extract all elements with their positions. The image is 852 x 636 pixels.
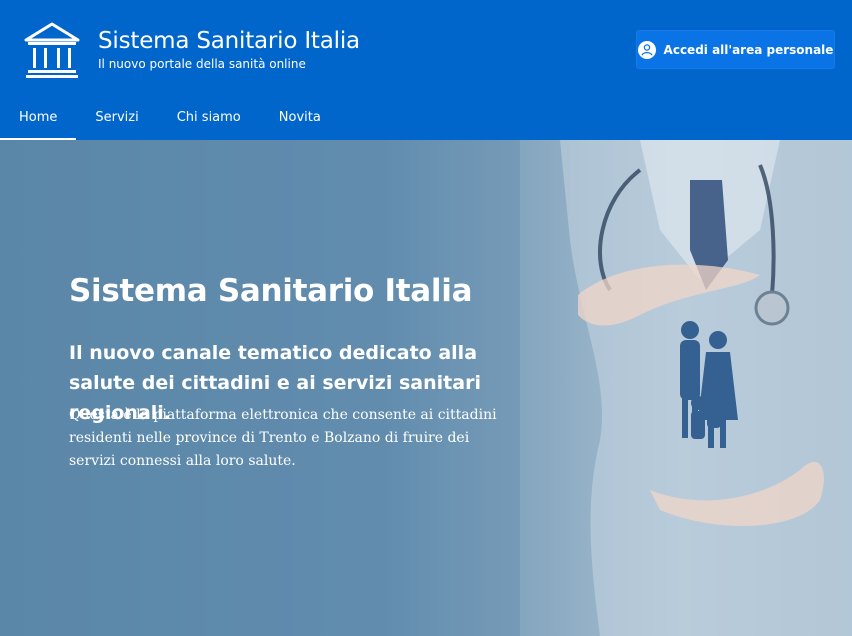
site-subtitle: Il nuovo portale della sanità online (98, 57, 306, 71)
site-header: Sistema Sanitario Italia Il nuovo portal… (0, 0, 852, 140)
main-nav: Home Servizi Chi siamo Novita (0, 94, 852, 140)
hero-section: Sistema Sanitario Italia Il nuovo canale… (0, 140, 852, 636)
nav-item-novita[interactable]: Novita (260, 94, 340, 140)
hero-title: Sistema Sanitario Italia (69, 273, 473, 309)
login-button[interactable]: Accedi all'area personale (636, 30, 835, 69)
institution-building-icon[interactable] (24, 22, 80, 78)
user-icon (637, 40, 656, 59)
nav-item-servizi[interactable]: Servizi (76, 94, 157, 140)
login-button-label: Accedi all'area personale (663, 42, 834, 57)
nav-item-chi-siamo[interactable]: Chi siamo (158, 94, 260, 140)
site-title[interactable]: Sistema Sanitario Italia (98, 28, 360, 54)
nav-item-home[interactable]: Home (0, 94, 77, 140)
hero-description: Questa è la piattaforma elettronica che … (69, 407, 497, 469)
